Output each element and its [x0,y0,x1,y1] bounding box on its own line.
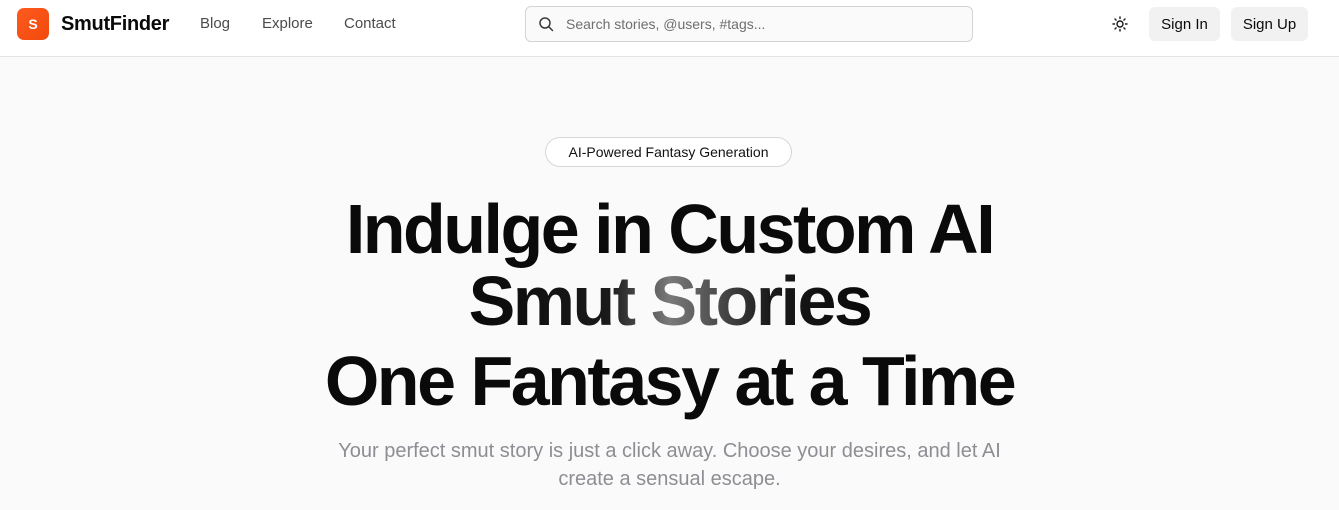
sign-up-button[interactable]: Sign Up [1231,7,1308,41]
headline-highlight: Smut Stories [468,262,873,340]
hero-subtitle: Your perfect smut story is just a click … [338,440,1001,490]
sign-in-button[interactable]: Sign In [1149,7,1220,41]
nav-link-blog[interactable]: Blog [200,15,230,33]
brand-logo[interactable]: S [17,8,49,40]
headline-line-2: Smut Stories [0,263,1339,339]
feature-badge: AI-Powered Fantasy Generation [545,137,792,167]
headline-line-1: Indulge in Custom AI [345,190,996,268]
search-input[interactable] [566,7,966,41]
brand-name[interactable]: SmutFinder [61,12,169,36]
top-navbar: S SmutFinder Blog Explore Contact Sign I… [0,0,1339,57]
logo-letter: S [28,16,38,32]
sun-icon [1112,16,1128,32]
nav-link-explore[interactable]: Explore [262,15,313,33]
hero-section: AI-Powered Fantasy Generation Indulge in… [0,57,1339,510]
search-box[interactable] [525,6,973,42]
nav-link-contact[interactable]: Contact [344,15,396,33]
headline-line-3: One Fantasy at a Time [324,342,1017,420]
search-icon [539,17,554,32]
theme-toggle-button[interactable] [1109,13,1131,35]
